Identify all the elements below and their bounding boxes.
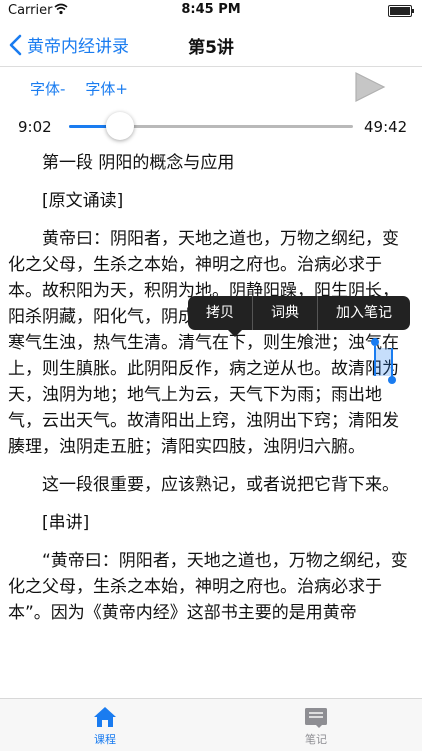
- selection-end-handle[interactable]: [388, 376, 396, 384]
- selection-end-bar: [391, 348, 393, 378]
- section-label-explanation: [串讲]: [42, 513, 90, 533]
- paragraph-comment: 这一段很重要，应该熟记，或者说把它背下来。: [42, 475, 399, 495]
- text-context-menu: 拷贝 词典 加入笔记: [188, 296, 410, 337]
- selection-start-bar: [374, 346, 376, 376]
- section-heading: 第一段 阴阳的概念与应用: [42, 153, 235, 173]
- tab-notes[interactable]: 笔记: [276, 705, 356, 747]
- paragraph-explanation: “黄帝曰：阴阳者，天地之道也，万物之纲纪，变化之父母，生杀之本始，神明之府也。治…: [8, 551, 408, 623]
- progress-slider-thumb[interactable]: [106, 112, 135, 140]
- add-note-button[interactable]: 加入笔记: [318, 296, 410, 330]
- paragraph-original-text: 黄帝曰：阴阳者，天地之道也，万物之纲纪，变化之父母，生杀之本始，神明之府也。治病…: [8, 229, 399, 457]
- current-time: 9:02: [18, 118, 52, 136]
- home-icon: [94, 707, 116, 727]
- total-time: 49:42: [364, 118, 408, 136]
- copy-button[interactable]: 拷贝: [188, 296, 252, 330]
- text-selection-highlight: [374, 348, 392, 376]
- font-size-controls: 字体- 字体+: [30, 78, 128, 99]
- page-title: 第5讲: [188, 38, 234, 58]
- status-time: 8:45 PM: [181, 2, 241, 17]
- navigation-bar: 黄帝内经讲录 第5讲: [0, 22, 422, 67]
- font-increase-button[interactable]: 字体+: [85, 78, 128, 99]
- status-bar: Carrier 8:45 PM: [0, 0, 422, 22]
- selection-start-handle[interactable]: [371, 338, 379, 346]
- play-icon[interactable]: [352, 70, 388, 104]
- tab-label: 笔记: [305, 733, 327, 746]
- tab-label: 课程: [94, 733, 116, 746]
- notes-icon: [305, 708, 327, 728]
- font-decrease-button[interactable]: 字体-: [30, 78, 65, 99]
- tab-lessons[interactable]: 课程: [65, 705, 145, 747]
- lesson-text[interactable]: 第一段 阴阳的概念与应用 [原文诵读] 黄帝曰：阴阳者，天地之道也，万物之纲纪，…: [8, 150, 414, 698]
- section-label-recitation: [原文诵读]: [42, 191, 124, 211]
- dictionary-button[interactable]: 词典: [253, 296, 317, 330]
- tab-bar: 课程 笔记: [0, 698, 422, 751]
- battery-icon: [388, 5, 414, 17]
- menu-pointer: [228, 330, 242, 337]
